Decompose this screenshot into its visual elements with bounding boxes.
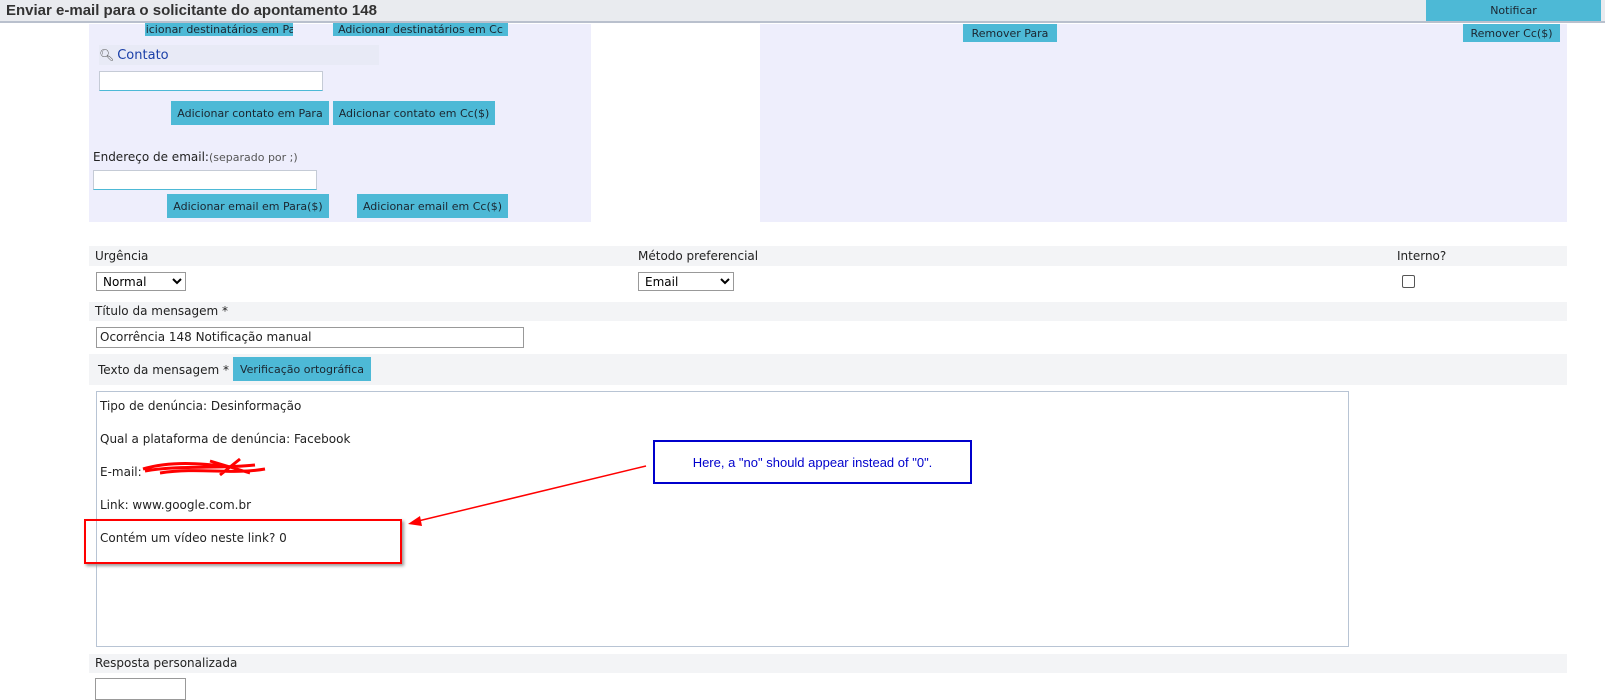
spellcheck-button[interactable]: Verificação ortográfica [233, 357, 371, 381]
remove-cc-button[interactable]: Remover Cc($) [1463, 24, 1560, 42]
notify-button[interactable]: Notificar [1426, 0, 1601, 21]
internal-checkbox[interactable] [1402, 275, 1415, 288]
email-hint: (separado por ;) [208, 151, 298, 164]
redaction-scribble [142, 457, 266, 477]
selected-recipients-panel [760, 24, 1567, 222]
body-line: Link: www.google.com.br [100, 498, 252, 512]
subject-input[interactable]: Ocorrência 148 Notificação manual [96, 327, 524, 348]
remove-to-button[interactable]: Remover Para [963, 24, 1057, 42]
subject-label: Título da mensagem * [95, 304, 229, 318]
email-label-wrap: Endereço de email:(separado por ;) [93, 150, 298, 164]
method-label: Método preferencial [638, 249, 759, 263]
add-email-to-button[interactable]: Adicionar email em Para($) [167, 194, 329, 218]
options-header-row [89, 246, 1567, 266]
subject-header-row [89, 302, 1567, 321]
add-email-cc-button[interactable]: Adicionar email em Cc($) [357, 194, 508, 218]
window-title-text: Enviar e-mail para o solicitante do apon… [6, 2, 377, 19]
highlight-box [84, 519, 402, 564]
email-label: Endereço de email: [93, 150, 209, 164]
annotation-callout: Here, a "no" should appear instead of "0… [653, 440, 972, 484]
custom-reply-label: Resposta personalizada [95, 656, 238, 670]
contact-header: 🔍︎ Contato [99, 45, 379, 65]
search-icon[interactable]: 🔍︎ [99, 48, 114, 62]
urgency-label: Urgência [95, 249, 149, 263]
custom-reply-select[interactable] [95, 678, 186, 700]
contact-input[interactable] [99, 71, 323, 91]
email-input[interactable] [93, 170, 317, 190]
body-line: Tipo de denúncia: Desinformação [100, 399, 302, 413]
body-label: Texto da mensagem * [98, 363, 229, 377]
custom-reply-header-row [89, 654, 1567, 673]
urgency-select[interactable]: Normal [96, 272, 186, 291]
internal-label: Interno? [1397, 249, 1447, 263]
annotation-arrow [408, 465, 647, 526]
contact-label: Contato [117, 47, 169, 63]
add-contact-to-button[interactable]: Adicionar contato em Para [171, 101, 329, 125]
method-select[interactable]: Email [638, 272, 734, 291]
add-contact-cc-button[interactable]: Adicionar contato em Cc($) [333, 101, 495, 125]
